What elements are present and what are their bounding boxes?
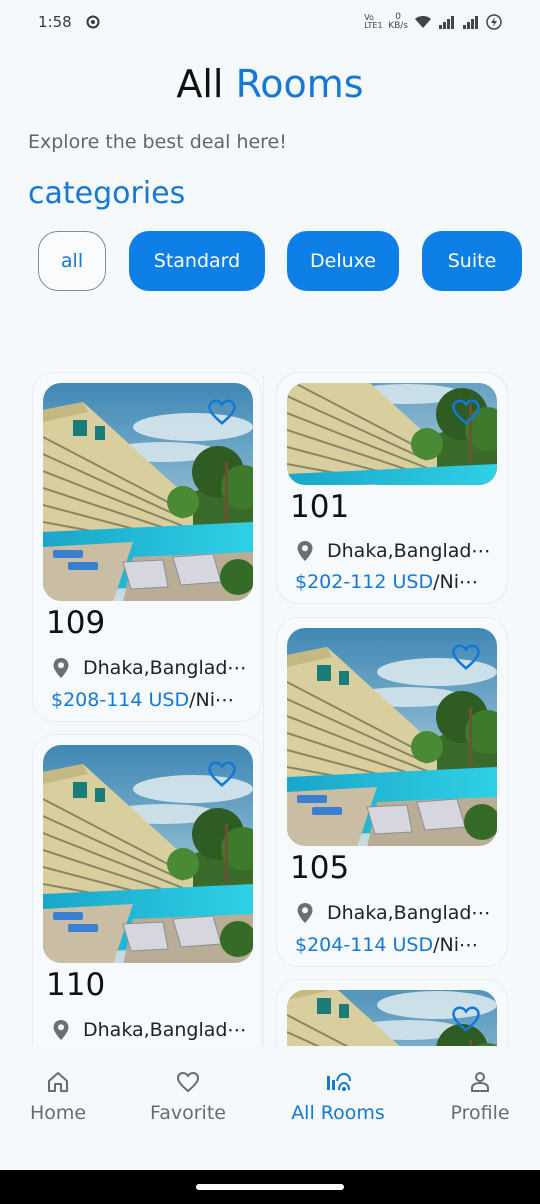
signal-icon-2 <box>463 16 478 29</box>
page-title: All Rooms <box>176 62 364 106</box>
categories-heading: categories <box>28 176 186 211</box>
location-pin-icon <box>293 898 317 928</box>
location-pin-icon <box>49 1015 73 1045</box>
category-chips: all Standard Deluxe Suite <box>38 231 540 293</box>
notification-icon <box>86 15 100 29</box>
network-label: Vo LTE1 <box>364 13 383 30</box>
battery-charging-icon <box>486 14 502 30</box>
room-card-partial[interactable] <box>276 979 508 1046</box>
clock: 1:58 <box>38 13 72 31</box>
room-card-105[interactable]: 105 Dhaka,Banglad⋯ $204-114 USD/Ni⋯ <box>276 617 508 967</box>
favorite-heart-icon[interactable] <box>451 397 481 427</box>
room-card-109[interactable]: 109 Dhaka,Banglad⋯ $208-114 USD/Ni⋯ <box>32 372 262 722</box>
nav-profile[interactable]: Profile <box>447 1070 513 1124</box>
room-card-110[interactable]: 110 Dhaka,Banglad⋯ <box>32 734 262 1046</box>
favorite-heart-icon[interactable] <box>451 642 481 672</box>
room-location: Dhaka,Banglad⋯ <box>293 536 490 566</box>
rooms-icon <box>327 1072 351 1091</box>
room-location: Dhaka,Banglad⋯ <box>49 653 246 683</box>
favorite-heart-icon[interactable] <box>207 759 237 789</box>
home-gesture-pill[interactable] <box>196 1184 344 1190</box>
room-location: Dhaka,Banglad⋯ <box>49 1015 246 1045</box>
room-price: $204-114 USD/Ni⋯ <box>295 934 479 956</box>
chip-standard[interactable]: Standard <box>129 231 265 291</box>
room-number: 110 <box>46 967 106 1003</box>
room-number: 101 <box>290 489 350 525</box>
favorite-heart-icon[interactable] <box>451 1004 481 1034</box>
chip-all[interactable]: all <box>38 231 106 291</box>
room-location: Dhaka,Banglad⋯ <box>293 898 490 928</box>
signal-icon <box>439 16 454 29</box>
room-price: $208-114 USD/Ni⋯ <box>51 689 235 711</box>
nav-all-rooms[interactable]: All Rooms <box>288 1070 388 1124</box>
rooms-grid: 109 Dhaka,Banglad⋯ $208-114 USD/Ni⋯ 101 … <box>0 362 540 1046</box>
favorite-heart-icon[interactable] <box>207 397 237 427</box>
wifi-icon <box>415 16 431 28</box>
location-pin-icon <box>49 653 73 683</box>
room-card-101[interactable]: 101 Dhaka,Banglad⋯ $202-112 USD/Ni⋯ <box>276 372 508 604</box>
heart-icon <box>176 1071 200 1093</box>
chip-deluxe[interactable]: Deluxe <box>287 231 399 291</box>
person-icon <box>471 1072 489 1092</box>
room-number: 109 <box>46 605 106 641</box>
page-subtitle: Explore the best deal here! <box>28 131 287 153</box>
nav-favorite[interactable]: Favorite <box>146 1070 230 1124</box>
room-number: 105 <box>290 850 350 886</box>
status-bar: 1:58 Vo LTE1 0 KB/s <box>0 0 540 44</box>
bottom-navigation: Home Favorite All Rooms Profile <box>0 1060 540 1170</box>
system-gesture-bar <box>0 1170 540 1204</box>
location-pin-icon <box>293 536 317 566</box>
room-price: $202-112 USD/Ni⋯ <box>295 571 479 593</box>
chip-suite[interactable]: Suite <box>422 231 522 291</box>
home-icon <box>48 1072 68 1092</box>
nav-home[interactable]: Home <box>28 1070 88 1124</box>
net-rate: 0 KB/s <box>388 12 408 31</box>
